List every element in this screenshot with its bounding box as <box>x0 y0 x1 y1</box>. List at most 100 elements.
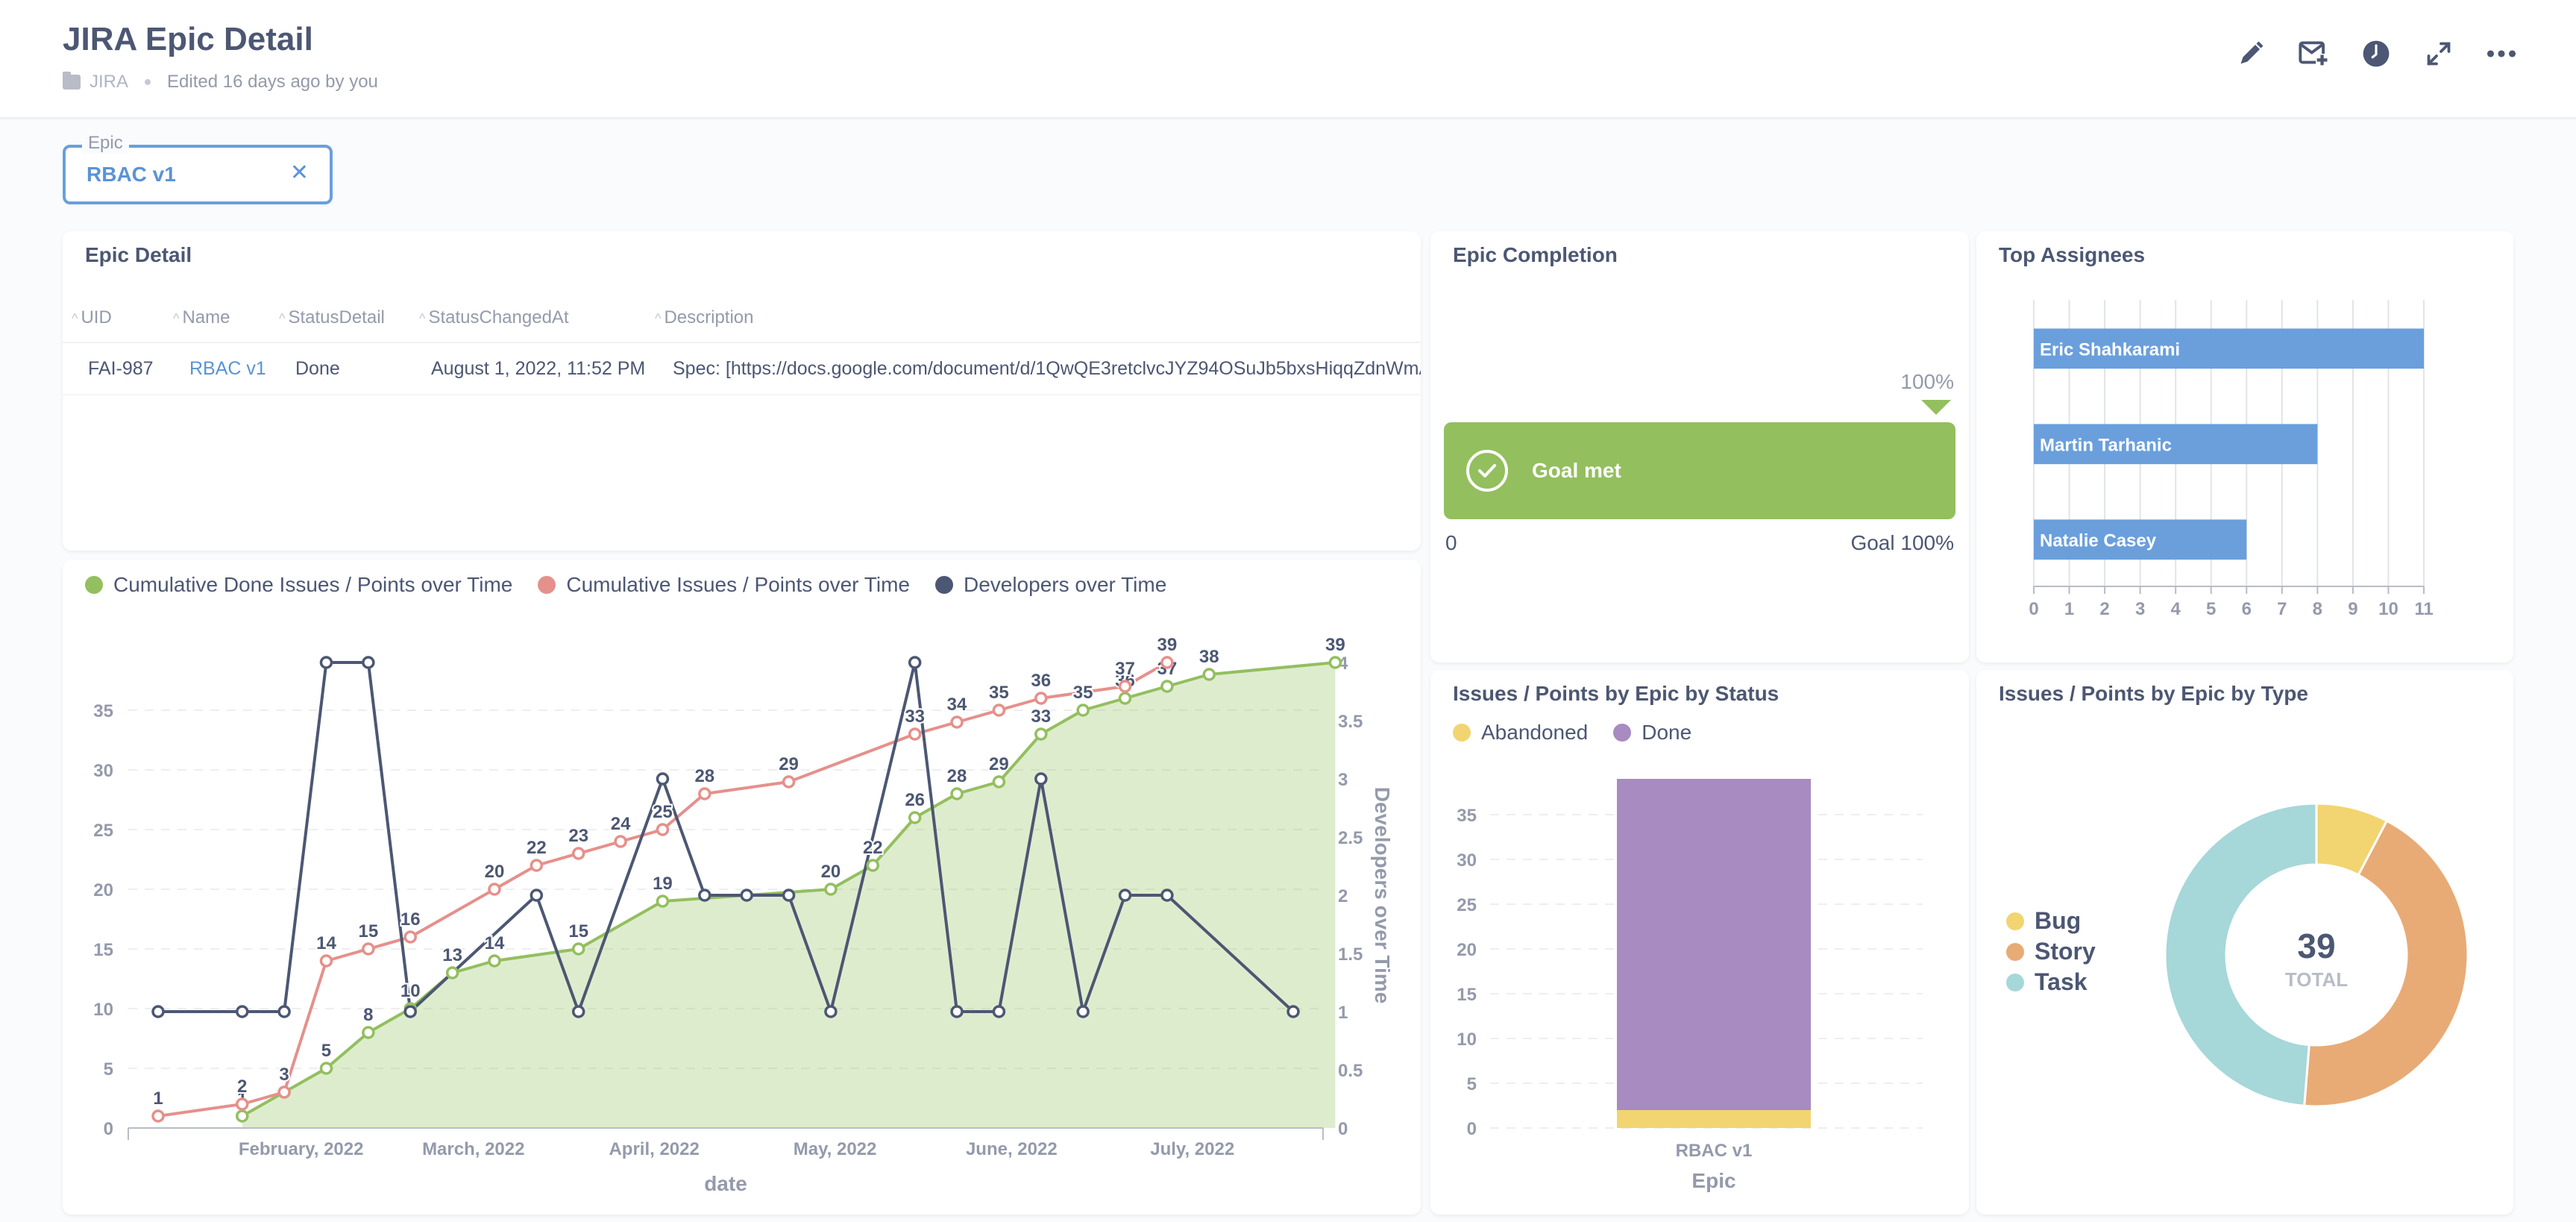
epic-detail-card: Epic Detail UID Name StatusDetail Status… <box>63 231 1421 551</box>
by-status-card: Issues / Points by Epic by Status Abando… <box>1430 670 1969 1215</box>
data-label: 13 <box>442 945 462 965</box>
data-point[interactable] <box>1328 656 1342 669</box>
data-point[interactable] <box>656 823 670 836</box>
data-point[interactable] <box>319 954 333 968</box>
data-point[interactable] <box>1076 1005 1090 1018</box>
data-point[interactable] <box>614 835 627 848</box>
data-point[interactable] <box>1034 692 1048 705</box>
progress-value-label: 100% <box>1900 370 1954 393</box>
data-point[interactable] <box>235 1109 249 1123</box>
data-label: 10 <box>400 981 421 1001</box>
data-point[interactable] <box>151 1005 165 1018</box>
data-label: 23 <box>568 826 588 846</box>
data-point[interactable] <box>992 775 1006 789</box>
data-point[interactable] <box>362 1026 375 1039</box>
data-point[interactable] <box>1287 1005 1300 1018</box>
data-point[interactable] <box>319 656 333 669</box>
data-point[interactable] <box>782 775 796 789</box>
y-tick-label: 5 <box>1467 1074 1477 1094</box>
progress-min-label: 0 <box>1445 531 1457 554</box>
epic-filter-value[interactable]: RBAC v1 <box>87 163 176 187</box>
data-point[interactable] <box>1160 680 1174 693</box>
data-point[interactable] <box>1202 668 1216 681</box>
data-point[interactable] <box>403 930 417 944</box>
column-header-uid[interactable]: UID <box>72 307 111 328</box>
cell-name-link[interactable]: RBAC v1 <box>189 358 266 380</box>
y-tick-label-left: 5 <box>104 1059 113 1080</box>
data-point[interactable] <box>488 883 501 896</box>
data-point[interactable] <box>782 889 796 902</box>
data-point[interactable] <box>1160 656 1174 669</box>
epic-filter-label: Epic <box>82 133 129 154</box>
clear-filter-icon[interactable]: ✕ <box>290 160 309 186</box>
data-label: 35 <box>1073 683 1093 703</box>
data-point[interactable] <box>277 1085 291 1099</box>
data-point[interactable] <box>530 889 544 902</box>
data-point[interactable] <box>992 704 1006 717</box>
page-title[interactable]: JIRA Epic Detail <box>63 21 313 58</box>
data-point[interactable] <box>1034 727 1048 741</box>
data-point[interactable] <box>488 954 501 968</box>
by-status-chart: 0 5 10 15 20 25 30 35 RBAC v1 Epic <box>1457 779 1923 1192</box>
bar-segment[interactable] <box>1617 779 1811 1110</box>
data-point[interactable] <box>235 1005 249 1018</box>
data-point[interactable] <box>950 1005 964 1018</box>
data-point[interactable] <box>1118 692 1132 705</box>
data-point[interactable] <box>151 1109 165 1123</box>
data-point[interactable] <box>908 656 922 669</box>
auto-refresh-button[interactable] <box>2361 39 2391 69</box>
column-header-name[interactable]: Name <box>173 307 230 328</box>
donut-slice[interactable] <box>2164 802 2318 1107</box>
bar-segment[interactable] <box>1617 1110 1811 1128</box>
data-point[interactable] <box>530 859 544 872</box>
more-button[interactable] <box>2487 39 2516 69</box>
data-point[interactable] <box>866 859 880 872</box>
data-point[interactable] <box>235 1097 249 1111</box>
data-point[interactable] <box>824 883 838 896</box>
data-point[interactable] <box>1076 704 1090 717</box>
epic-filter[interactable]: Epic RBAC v1 ✕ <box>63 133 333 204</box>
data-point[interactable] <box>992 1005 1006 1018</box>
column-header-description[interactable]: Description <box>655 307 753 328</box>
data-point[interactable] <box>403 1005 417 1018</box>
over-time-card: Cumulative Done Issues / Points over Tim… <box>63 560 1421 1215</box>
data-point[interactable] <box>319 1062 333 1075</box>
data-point[interactable] <box>950 715 964 729</box>
breadcrumb: JIRA Edited 16 days ago by you <box>63 72 378 93</box>
data-point[interactable] <box>908 811 922 824</box>
column-header-status-changed-at[interactable]: StatusChangedAt <box>419 307 568 328</box>
subscriptions-button[interactable] <box>2299 39 2328 69</box>
data-point[interactable] <box>698 889 711 902</box>
data-point[interactable] <box>1118 889 1132 902</box>
data-point[interactable] <box>824 1005 838 1018</box>
data-point[interactable] <box>656 772 670 786</box>
data-point[interactable] <box>571 847 585 860</box>
edit-button[interactable] <box>2236 39 2266 69</box>
column-header-status-detail[interactable]: StatusDetail <box>279 307 384 328</box>
more-icon <box>2487 50 2516 57</box>
data-point[interactable] <box>1034 772 1048 786</box>
data-point[interactable] <box>571 1005 585 1018</box>
collection-link[interactable]: JIRA <box>89 72 128 93</box>
fullscreen-button[interactable] <box>2424 39 2454 69</box>
x-tick-label: February, 2022 <box>239 1139 364 1159</box>
data-point[interactable] <box>362 656 375 669</box>
data-point[interactable] <box>571 942 585 956</box>
data-point[interactable] <box>698 787 711 800</box>
data-point[interactable] <box>1160 889 1174 902</box>
edited-info[interactable]: Edited 16 days ago by you <box>167 72 378 93</box>
card-title[interactable]: Epic Completion <box>1453 243 1618 267</box>
data-point[interactable] <box>445 966 459 980</box>
x-tick-label: 1 <box>2064 599 2074 619</box>
data-point[interactable] <box>908 727 922 741</box>
data-label: 1 <box>153 1088 163 1109</box>
clock-icon <box>2363 40 2390 67</box>
data-point[interactable] <box>950 787 964 800</box>
data-point[interactable] <box>362 942 375 956</box>
data-point[interactable] <box>277 1005 291 1018</box>
card-title[interactable]: Epic Detail <box>85 243 192 267</box>
data-point[interactable] <box>740 889 753 902</box>
x-axis-title: date <box>704 1172 747 1195</box>
data-point[interactable] <box>656 894 670 908</box>
data-point[interactable] <box>1118 680 1132 693</box>
